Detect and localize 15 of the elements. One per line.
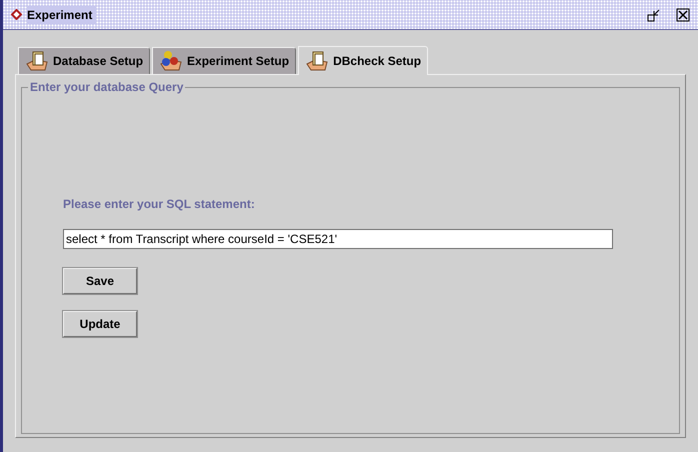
window-title: Experiment <box>27 6 96 24</box>
action-button[interactable]: Save <box>63 268 137 294</box>
close-icon[interactable] <box>676 8 690 22</box>
action-button[interactable]: Update <box>63 311 137 337</box>
query-field[interactable]: select * from Transcript where courseId = 'CSE521' <box>63 229 613 249</box>
tab[interactable]: Database Setup <box>18 47 150 74</box>
hand-with-folder-icon <box>25 50 49 72</box>
tab[interactable]: DBcheck Setup <box>298 46 428 75</box>
group-title: Enter your database Query <box>28 80 186 94</box>
prompt-label: Please enter your SQL statement: <box>63 196 256 213</box>
tab[interactable]: Experiment Setup <box>152 47 296 74</box>
diamond-icon <box>11 9 22 20</box>
hand-with-folder-icon <box>305 50 330 72</box>
minimize-icon[interactable] <box>647 8 661 22</box>
hand-with-balls-icon <box>159 50 184 72</box>
